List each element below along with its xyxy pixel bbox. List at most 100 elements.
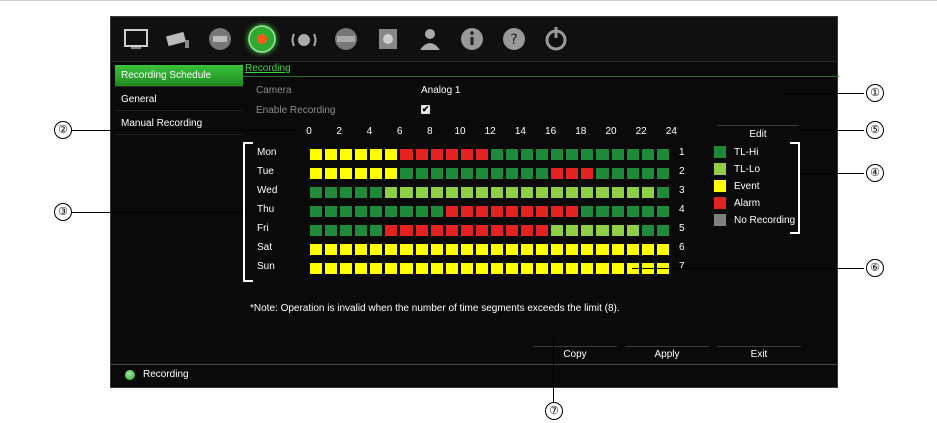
- schedule-cell[interactable]: [610, 224, 625, 237]
- schedule-cell[interactable]: [565, 148, 580, 161]
- user-icon[interactable]: [413, 22, 447, 56]
- schedule-cell[interactable]: [399, 224, 414, 237]
- schedule-cell[interactable]: [309, 148, 324, 161]
- schedule-cell[interactable]: [610, 243, 625, 256]
- schedule-cell[interactable]: [414, 186, 429, 199]
- schedule-cell[interactable]: [444, 224, 459, 237]
- help-icon[interactable]: ?: [497, 22, 531, 56]
- schedule-cell[interactable]: [369, 205, 384, 218]
- schedule-cell[interactable]: [505, 243, 520, 256]
- schedule-cell[interactable]: [324, 167, 339, 180]
- info-icon[interactable]: [455, 22, 489, 56]
- schedule-cell[interactable]: [444, 205, 459, 218]
- schedule-cell[interactable]: [429, 205, 444, 218]
- alarm-icon[interactable]: [287, 22, 321, 56]
- legend-item[interactable]: TL-Lo: [714, 162, 760, 176]
- schedule-cell[interactable]: [399, 205, 414, 218]
- schedule-cell[interactable]: [309, 262, 324, 275]
- schedule-cell[interactable]: [384, 148, 399, 161]
- schedule-row[interactable]: [309, 167, 671, 180]
- legend-item[interactable]: Alarm: [714, 196, 760, 210]
- schedule-cell[interactable]: [309, 243, 324, 256]
- schedule-cell[interactable]: [535, 243, 550, 256]
- schedule-cell[interactable]: [444, 262, 459, 275]
- schedule-cell[interactable]: [535, 262, 550, 275]
- schedule-cell[interactable]: [535, 167, 550, 180]
- schedule-cell[interactable]: [625, 224, 640, 237]
- schedule-cell[interactable]: [474, 224, 489, 237]
- storage-icon[interactable]: [371, 22, 405, 56]
- schedule-cell[interactable]: [610, 148, 625, 161]
- schedule-cell[interactable]: [535, 224, 550, 237]
- schedule-row[interactable]: [309, 262, 671, 275]
- schedule-cell[interactable]: [505, 167, 520, 180]
- schedule-cell[interactable]: [655, 205, 670, 218]
- schedule-cell[interactable]: [625, 186, 640, 199]
- schedule-cell[interactable]: [565, 186, 580, 199]
- schedule-cell[interactable]: [520, 205, 535, 218]
- schedule-cell[interactable]: [580, 186, 595, 199]
- schedule-cell[interactable]: [429, 243, 444, 256]
- schedule-cell[interactable]: [520, 186, 535, 199]
- apply-button[interactable]: Apply: [625, 346, 709, 365]
- schedule-cell[interactable]: [414, 243, 429, 256]
- schedule-cell[interactable]: [414, 205, 429, 218]
- schedule-cell[interactable]: [535, 148, 550, 161]
- schedule-cell[interactable]: [384, 224, 399, 237]
- schedule-cell[interactable]: [565, 205, 580, 218]
- schedule-cell[interactable]: [369, 148, 384, 161]
- schedule-cell[interactable]: [369, 167, 384, 180]
- schedule-cell[interactable]: [489, 148, 505, 161]
- recording-icon[interactable]: [245, 22, 279, 56]
- schedule-cell[interactable]: [399, 262, 414, 275]
- schedule-cell[interactable]: [474, 262, 489, 275]
- schedule-cell[interactable]: [414, 224, 429, 237]
- schedule-cell[interactable]: [369, 186, 384, 199]
- schedule-cell[interactable]: [399, 148, 414, 161]
- schedule-cell[interactable]: [429, 224, 444, 237]
- sidebar-item-general[interactable]: General: [115, 89, 243, 111]
- schedule-cell[interactable]: [399, 243, 414, 256]
- schedule-cell[interactable]: [309, 224, 324, 237]
- schedule-cell[interactable]: [565, 167, 580, 180]
- schedule-cell[interactable]: [489, 262, 505, 275]
- schedule-cell[interactable]: [459, 167, 474, 180]
- schedule-cell[interactable]: [520, 224, 535, 237]
- schedule-cell[interactable]: [535, 205, 550, 218]
- schedule-cell[interactable]: [309, 167, 324, 180]
- schedule-cell[interactable]: [384, 243, 399, 256]
- schedule-cell[interactable]: [580, 243, 595, 256]
- schedule-cell[interactable]: [414, 148, 429, 161]
- schedule-row[interactable]: [309, 148, 671, 161]
- sidebar-item-recording-schedule[interactable]: Recording Schedule: [115, 65, 243, 87]
- schedule-cell[interactable]: [655, 243, 670, 256]
- schedule-cell[interactable]: [339, 243, 354, 256]
- schedule-cell[interactable]: [520, 167, 535, 180]
- schedule-cell[interactable]: [324, 243, 339, 256]
- schedule-cell[interactable]: [520, 243, 535, 256]
- schedule-cell[interactable]: [489, 167, 505, 180]
- schedule-cell[interactable]: [595, 186, 610, 199]
- schedule-cell[interactable]: [309, 186, 324, 199]
- schedule-cell[interactable]: [640, 224, 655, 237]
- schedule-cell[interactable]: [474, 167, 489, 180]
- schedule-cell[interactable]: [640, 167, 655, 180]
- schedule-cell[interactable]: [384, 205, 399, 218]
- schedule-cell[interactable]: [459, 262, 474, 275]
- schedule-cell[interactable]: [505, 205, 520, 218]
- schedule-cell[interactable]: [324, 186, 339, 199]
- schedule-cell[interactable]: [625, 148, 640, 161]
- schedule-cell[interactable]: [414, 167, 429, 180]
- schedule-cell[interactable]: [610, 186, 625, 199]
- schedule-cell[interactable]: [520, 262, 535, 275]
- schedule-cell[interactable]: [625, 167, 640, 180]
- schedule-cell[interactable]: [384, 186, 399, 199]
- schedule-cell[interactable]: [550, 205, 565, 218]
- schedule-cell[interactable]: [444, 148, 459, 161]
- schedule-row[interactable]: [309, 205, 671, 218]
- schedule-cell[interactable]: [474, 243, 489, 256]
- schedule-cell[interactable]: [565, 243, 580, 256]
- schedule-cell[interactable]: [550, 224, 565, 237]
- schedule-cell[interactable]: [429, 262, 444, 275]
- schedule-cell[interactable]: [339, 262, 354, 275]
